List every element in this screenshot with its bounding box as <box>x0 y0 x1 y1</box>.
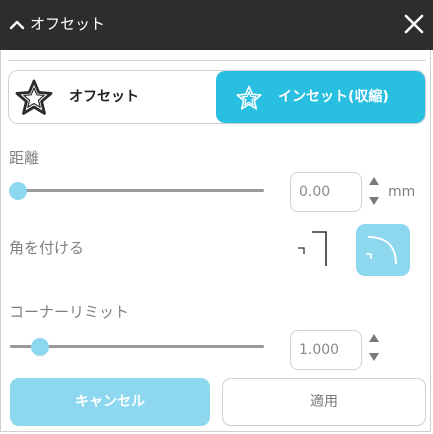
distance-unit: mm <box>388 184 416 200</box>
rounded-corner-option[interactable] <box>356 224 410 276</box>
offset-mode-label: オフセット <box>69 89 139 105</box>
distance-label: 距離 <box>9 149 40 167</box>
collapse-chevron-icon[interactable] <box>8 16 26 34</box>
star-inset-icon <box>236 85 262 111</box>
distance-decrement-icon[interactable] <box>368 196 380 206</box>
corner-limit-label: コーナーリミット <box>9 303 130 321</box>
distance-input[interactable] <box>290 172 362 212</box>
distance-slider-thumb[interactable] <box>9 182 27 200</box>
distance-slider-track[interactable] <box>10 189 264 192</box>
close-icon[interactable] <box>403 13 425 35</box>
corner-limit-slider-thumb[interactable] <box>31 338 49 356</box>
inset-mode-button[interactable]: インセット(収縮) <box>216 71 425 123</box>
corner-limit-input[interactable] <box>290 330 362 370</box>
title-bar: オフセット <box>0 0 433 50</box>
cancel-button[interactable]: キャンセル <box>10 378 210 426</box>
mode-toggle: オフセット インセット(収縮) <box>8 70 426 124</box>
corners-label: 角を付ける <box>9 239 85 257</box>
star-outline-icon <box>15 79 53 115</box>
apply-button[interactable]: 適用 <box>222 378 426 426</box>
offset-mode-button[interactable]: オフセット <box>9 71 216 123</box>
divider <box>8 60 426 61</box>
sharp-corner-option[interactable] <box>290 228 332 270</box>
distance-increment-icon[interactable] <box>368 176 380 186</box>
window-title: オフセット <box>30 15 106 33</box>
inset-mode-label: インセット(収縮) <box>278 89 389 105</box>
corner-limit-increment-icon[interactable] <box>368 333 380 343</box>
corner-limit-decrement-icon[interactable] <box>368 352 380 362</box>
